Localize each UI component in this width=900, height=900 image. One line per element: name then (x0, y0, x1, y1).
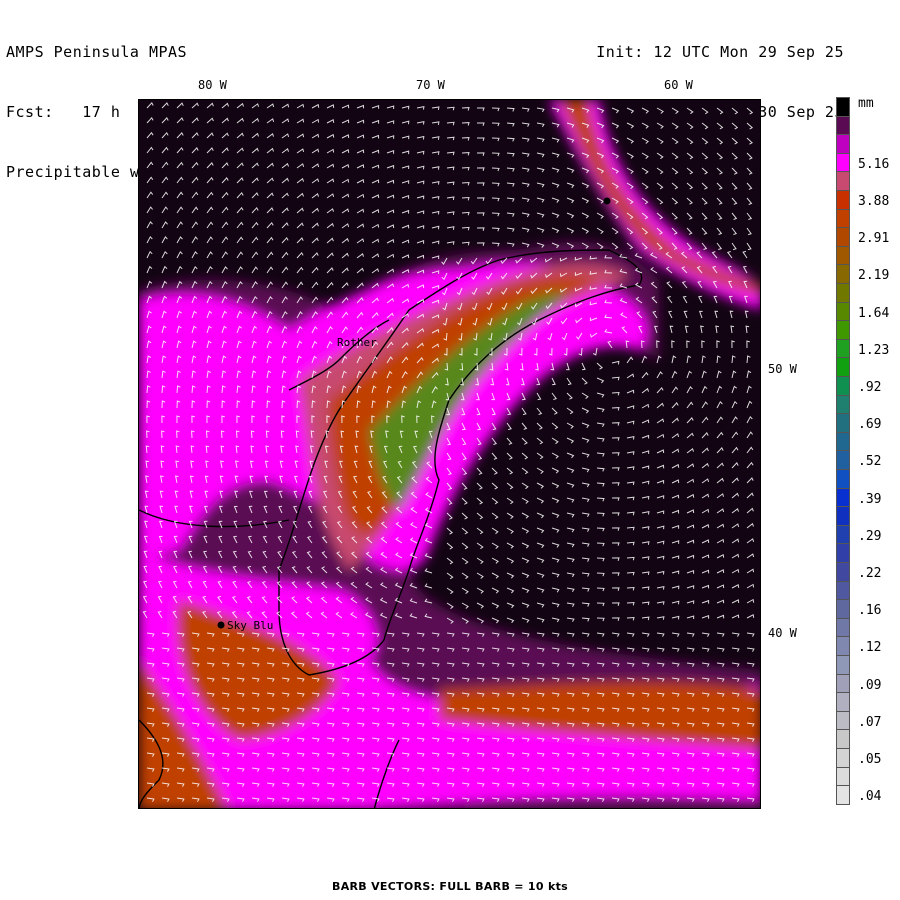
lon-label-60w: 60 W (664, 78, 693, 92)
lat-label-50: 50 W (768, 362, 797, 376)
legend-swatch (836, 115, 850, 136)
legend-swatch (836, 506, 850, 526)
legend-swatch (836, 543, 850, 563)
sky-blu-label: Sky Blu (227, 619, 273, 632)
legend-swatch (836, 450, 850, 470)
legend-label: .69 (858, 417, 882, 433)
legend-label: 2.91 (858, 231, 890, 247)
sky-blu-marker (217, 621, 225, 629)
lon-label-80w: 80 W (198, 78, 227, 92)
legend-swatch (836, 655, 850, 675)
legend-swatch (836, 748, 850, 768)
legend-swatch (836, 245, 850, 266)
lat-label-40: 40 W (768, 626, 797, 640)
legend-swatch (836, 729, 850, 749)
legend-swatch (836, 357, 850, 377)
legend-swatch (836, 785, 850, 805)
legend-swatch (836, 171, 850, 191)
legend-swatch (836, 320, 850, 340)
lon-label-70w: 70 W (416, 78, 445, 92)
legend-swatch (836, 766, 850, 787)
legend-swatch (836, 301, 850, 322)
legend-swatch (836, 617, 850, 638)
legend-swatch (836, 264, 850, 284)
legend-label: .16 (858, 603, 882, 619)
legend-label: .39 (858, 491, 882, 507)
legend-swatch (836, 673, 850, 694)
legend-label: .92 (858, 380, 882, 395)
map-panel[interactable]: Sky Blu Rother (138, 99, 761, 809)
legend-swatch (836, 487, 850, 508)
legend-swatch (836, 524, 850, 545)
legend-swatch (836, 208, 850, 229)
model-title: AMPS Peninsula MPAS (6, 43, 188, 61)
legend-swatch (836, 692, 850, 712)
legend-label: 5.16 (858, 156, 890, 172)
legend-swatch (836, 376, 850, 396)
legend-label: .29 (858, 528, 882, 544)
init-time: Init: 12 UTC Mon 29 Sep 25 (596, 43, 844, 61)
legend-swatch (836, 431, 850, 452)
barb-footer: BARB VECTORS: FULL BARB = 10 kts (332, 880, 568, 893)
legend-swatch (836, 636, 850, 656)
legend-label: .07 (858, 714, 882, 730)
legend-swatch (836, 394, 850, 415)
legend-swatch (836, 227, 850, 247)
legend-label: 1.64 (858, 305, 890, 321)
legend-label: .04 (858, 789, 882, 805)
legend-swatch (836, 580, 850, 601)
legend-swatch (836, 190, 850, 210)
legend-swatch (836, 562, 850, 582)
legend-swatch (836, 283, 850, 303)
legend-swatch (836, 152, 850, 173)
legend-swatch (836, 97, 850, 117)
legend-swatch (836, 469, 850, 489)
legend-label: .05 (858, 752, 882, 767)
north-station-marker (603, 197, 611, 205)
legend-label: 1.23 (858, 342, 890, 358)
legend-swatch (836, 338, 850, 359)
legend-swatch (836, 599, 850, 619)
legend-swatch (836, 710, 850, 731)
legend-label: .22 (858, 566, 882, 581)
legend-unit: mm (858, 96, 874, 111)
legend-label: 2.19 (858, 268, 890, 284)
legend-swatch (836, 134, 850, 154)
map-canvas: Sky Blu Rother (139, 100, 760, 808)
legend-label: 3.88 (858, 194, 890, 209)
legend-swatch (836, 413, 850, 433)
legend-label: .52 (858, 454, 882, 470)
legend-label: .12 (858, 640, 882, 656)
rothera-label: Rother (337, 336, 377, 349)
legend-label: .09 (858, 677, 882, 693)
